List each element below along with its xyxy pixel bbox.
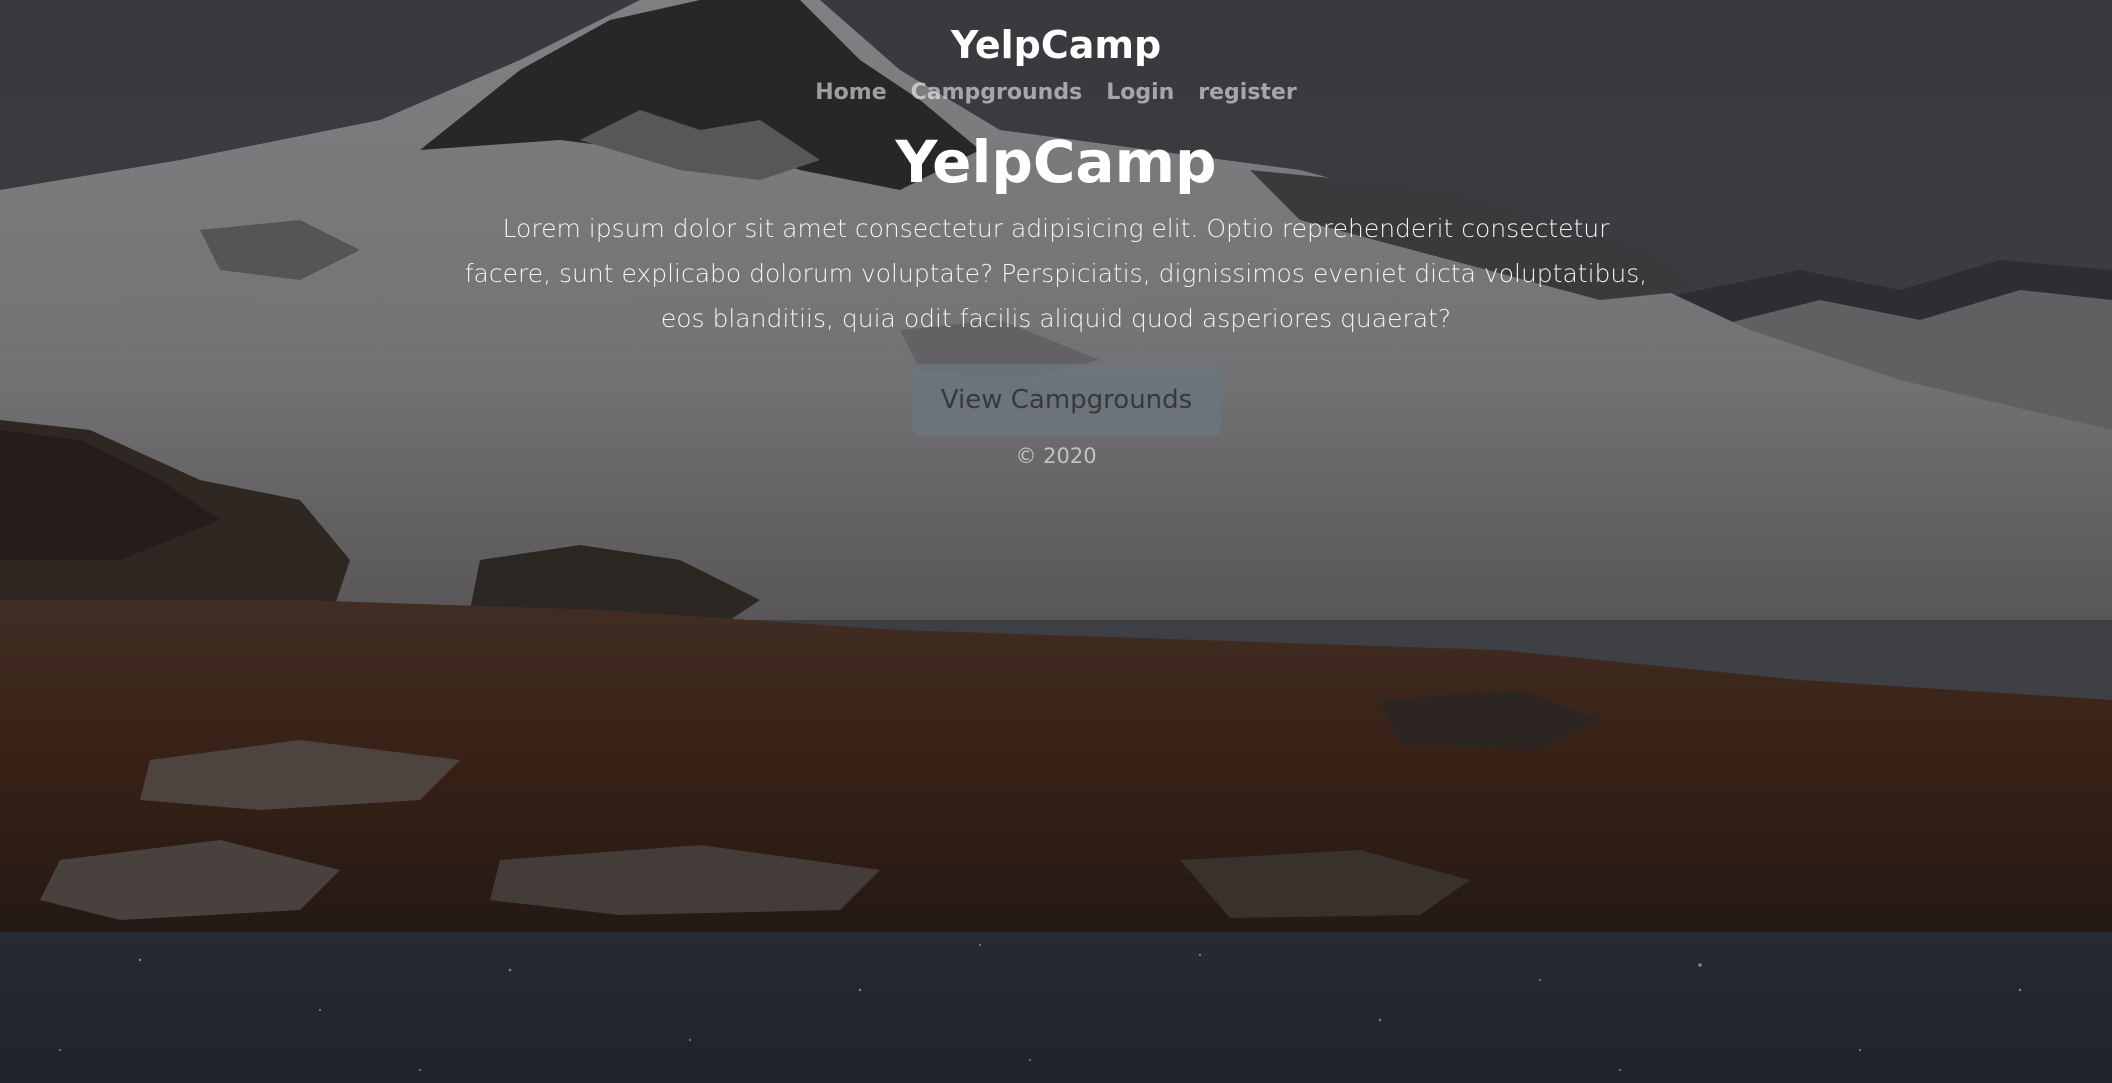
navbar-brand[interactable]: YelpCamp: [0, 20, 2112, 70]
hero-title: YelpCamp: [895, 128, 1217, 196]
hero-lead-text: Lorem ipsum dolor sit amet consectetur a…: [464, 214, 1648, 333]
nav-link-register[interactable]: register: [1198, 76, 1296, 110]
nav-link-login[interactable]: Login: [1106, 76, 1174, 110]
footer-copyright: © 2020: [1015, 444, 1097, 468]
main-nav: Home Campgrounds Login register: [0, 76, 2112, 110]
nav-link-campgrounds[interactable]: Campgrounds: [911, 76, 1083, 110]
view-campgrounds-button[interactable]: View Campgrounds: [912, 364, 1221, 436]
nav-link-home[interactable]: Home: [815, 76, 886, 110]
